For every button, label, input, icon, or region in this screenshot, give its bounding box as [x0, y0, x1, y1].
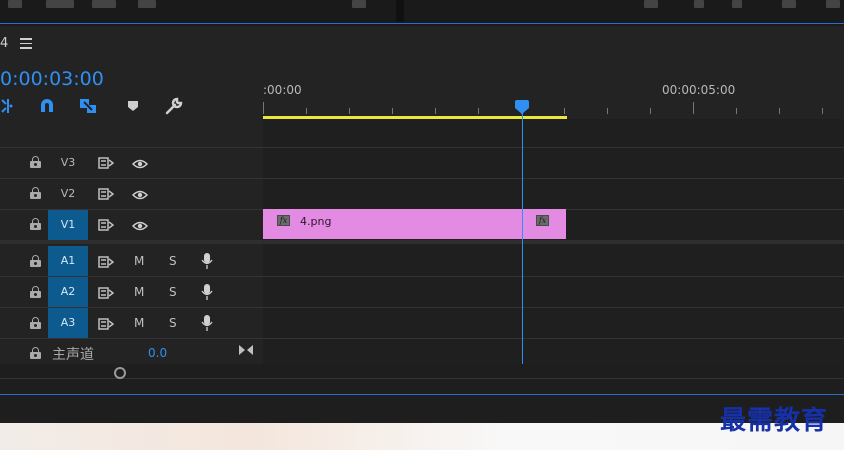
- track-lock-icon[interactable]: [30, 255, 42, 267]
- zoom-scroll-track: [0, 378, 844, 379]
- track-lock-icon[interactable]: [30, 317, 42, 329]
- sync-lock-icon[interactable]: [98, 157, 114, 169]
- add-marker-icon[interactable]: [124, 96, 144, 116]
- track-output-eye-icon[interactable]: [132, 221, 148, 231]
- panel-focus-border: [0, 23, 844, 24]
- track-lock-icon[interactable]: [30, 156, 42, 168]
- track-lock-icon[interactable]: [30, 218, 42, 230]
- master-track-label: 主声道: [52, 347, 94, 363]
- sync-lock-icon[interactable]: [98, 256, 114, 268]
- solo-track-button[interactable]: S: [169, 254, 177, 268]
- fx-badge-icon: fx: [536, 215, 549, 226]
- linked-selection-icon[interactable]: [78, 96, 98, 116]
- timeline-clip[interactable]: fx 4.png fx: [263, 209, 566, 239]
- sync-lock-icon[interactable]: [98, 287, 114, 299]
- track-target-v2[interactable]: V2: [48, 179, 88, 209]
- solo-track-button[interactable]: S: [169, 285, 177, 299]
- ruler-label-start: :00:00: [263, 83, 302, 97]
- solo-track-button[interactable]: S: [169, 316, 177, 330]
- partial-tool-icon[interactable]: [732, 0, 742, 8]
- sequence-tab-title[interactable]: 4: [0, 36, 8, 51]
- track-target-a3[interactable]: A3: [48, 308, 88, 338]
- panel-divider[interactable]: [396, 0, 404, 22]
- voiceover-mic-icon[interactable]: [201, 283, 213, 301]
- panel-footer: [0, 395, 844, 423]
- partial-tool-icon[interactable]: [644, 0, 658, 8]
- partial-tool-icon[interactable]: [826, 0, 840, 8]
- go-to-edit-point-icon[interactable]: [238, 344, 254, 356]
- snap-magnet-icon[interactable]: [37, 96, 57, 116]
- playhead-line[interactable]: [522, 110, 523, 364]
- zoom-scroll-bar[interactable]: [0, 364, 844, 394]
- mute-track-button[interactable]: M: [134, 254, 144, 268]
- partial-tool-icon[interactable]: [92, 0, 116, 8]
- clip-name: 4.png: [300, 215, 332, 228]
- playhead-timecode[interactable]: 0:00:03:00: [0, 68, 104, 90]
- voiceover-mic-icon[interactable]: [201, 314, 213, 332]
- partial-add-icon[interactable]: [352, 0, 366, 8]
- track-lock-icon[interactable]: [30, 347, 42, 359]
- insert-ripple-icon[interactable]: [0, 96, 20, 116]
- watermark-text: 最需教育: [720, 406, 829, 436]
- voiceover-mic-icon[interactable]: [201, 252, 213, 270]
- track-lock-icon[interactable]: [30, 286, 42, 298]
- video-audio-divider[interactable]: [0, 240, 844, 244]
- playhead-handle-icon[interactable]: [515, 100, 529, 114]
- partial-tool-icon[interactable]: [138, 0, 156, 8]
- zoom-scroll-handle[interactable]: [114, 367, 126, 379]
- mute-track-button[interactable]: M: [134, 285, 144, 299]
- partial-tool-icon[interactable]: [8, 0, 22, 8]
- master-volume-value[interactable]: 0.0: [148, 346, 167, 360]
- partial-tool-icon[interactable]: [782, 0, 796, 8]
- ruler-label-5s: 00:00:05:00: [662, 83, 736, 97]
- wrench-icon[interactable]: [164, 96, 184, 116]
- track-output-eye-icon[interactable]: [132, 190, 148, 200]
- track-target-a1[interactable]: A1: [48, 246, 88, 276]
- partial-tool-icon[interactable]: [694, 0, 704, 8]
- fx-badge-icon: fx: [277, 215, 290, 226]
- mute-track-button[interactable]: M: [134, 316, 144, 330]
- track-output-eye-icon[interactable]: [132, 159, 148, 169]
- sync-lock-icon[interactable]: [98, 188, 114, 200]
- sync-lock-icon[interactable]: [98, 318, 114, 330]
- sync-lock-icon[interactable]: [98, 219, 114, 231]
- track-target-a2[interactable]: A2: [48, 277, 88, 307]
- track-lock-icon[interactable]: [30, 187, 42, 199]
- track-target-v1[interactable]: V1: [48, 210, 88, 240]
- track-target-v3[interactable]: V3: [48, 148, 88, 178]
- top-panels-strip: [0, 0, 844, 26]
- hamburger-menu-icon[interactable]: [20, 38, 32, 49]
- partial-tool-icon[interactable]: [46, 0, 74, 8]
- desktop-background: [0, 423, 844, 450]
- time-ruler[interactable]: :00:00 00:00:05:00: [263, 78, 844, 118]
